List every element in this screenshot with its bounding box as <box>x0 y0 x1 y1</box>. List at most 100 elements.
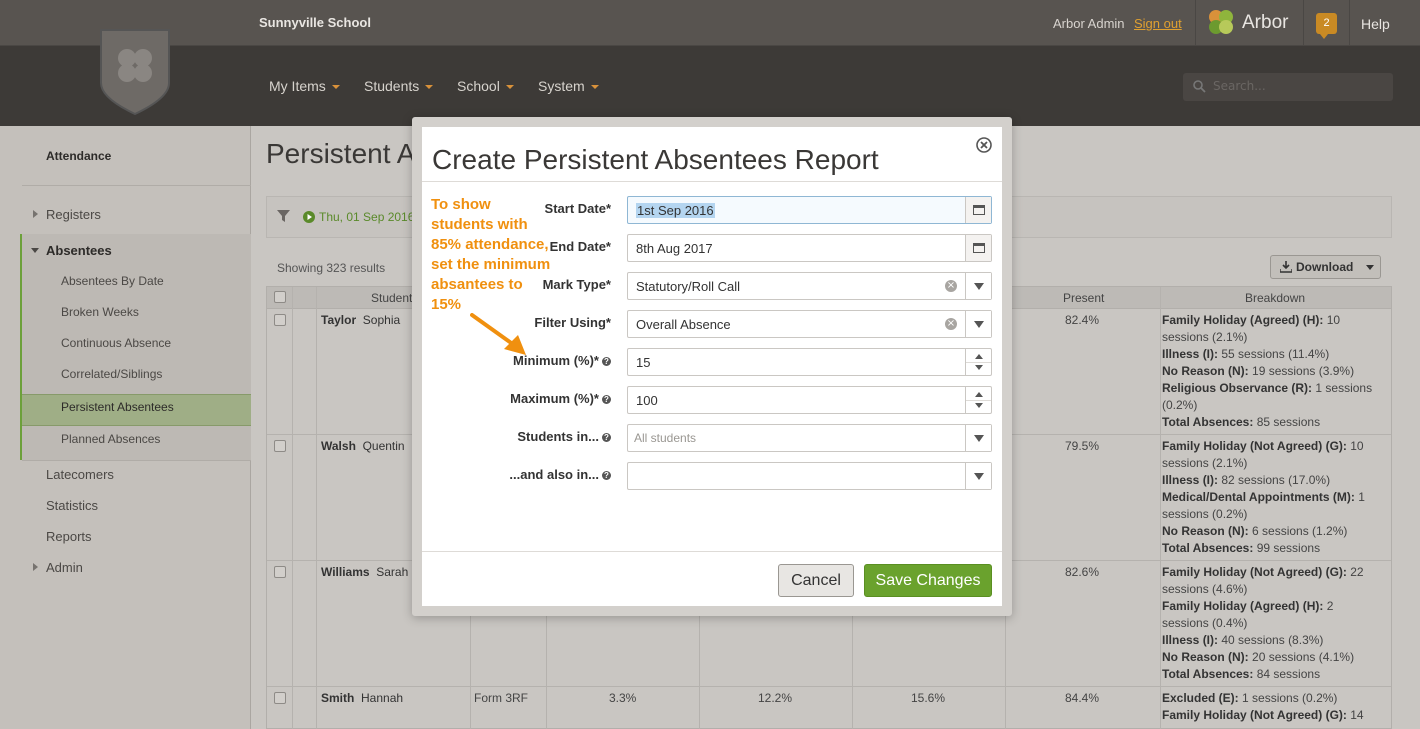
end-date-field[interactable]: 8th Aug 2017 <box>627 234 992 262</box>
maximum-stepper[interactable]: 100 <box>627 386 992 414</box>
chevron-down-icon <box>974 473 984 480</box>
help-icon[interactable]: ? <box>602 395 611 405</box>
mark-type-value: Statutory/Roll Call <box>636 279 741 294</box>
filter-icon[interactable] <box>277 210 290 223</box>
sign-out-link[interactable]: Sign out <box>1134 16 1182 31</box>
student-name[interactable]: Williams Sarah <box>321 565 408 579</box>
calendar-button[interactable] <box>965 235 991 261</box>
student-name[interactable]: Taylor Sophia <box>321 313 400 327</box>
increment-icon[interactable] <box>975 354 983 359</box>
row-checkbox[interactable] <box>274 692 286 704</box>
search-placeholder: Search... <box>1213 79 1266 93</box>
expand-icon[interactable] <box>33 210 38 218</box>
nav-system[interactable]: System <box>538 78 599 94</box>
filter-date[interactable]: Thu, 01 Sep 2016 <box>319 210 414 224</box>
student-name[interactable]: Smith Hannah <box>321 691 403 705</box>
dropdown-button[interactable] <box>965 273 991 299</box>
sidebar-item-persistent-absentees[interactable]: Persistent Absentees <box>61 400 174 414</box>
stepper-buttons[interactable] <box>965 349 991 375</box>
sidebar-item-continuous-absence[interactable]: Continuous Absence <box>61 336 171 350</box>
sidebar-item-absentees[interactable]: Absentees <box>46 243 112 258</box>
students-in-placeholder: All students <box>634 431 697 445</box>
breakdown-cell: Family Holiday (Not Agreed) (G): 10 sess… <box>1162 438 1382 557</box>
help-icon[interactable]: ? <box>602 357 611 367</box>
breakdown-label: Medical/Dental Appointments (M): <box>1162 490 1355 504</box>
breakdown-value: 14 <box>1350 708 1364 722</box>
close-icon[interactable] <box>976 137 992 153</box>
school-name[interactable]: Sunnyville School <box>259 15 371 30</box>
present-value: 79.5% <box>1065 439 1100 453</box>
arbor-logo-icon <box>1209 10 1233 34</box>
stepper-buttons[interactable] <box>965 387 991 413</box>
breakdown-value: 84 sessions <box>1256 667 1321 681</box>
sidebar-group-indicator <box>20 234 22 460</box>
nav-students[interactable]: Students <box>364 78 434 94</box>
breakdown-label: Illness (I): <box>1162 633 1219 647</box>
breakdown-label: No Reason (N): <box>1162 524 1249 538</box>
column-header-student[interactable]: Student <box>371 291 412 305</box>
breakdown-cell: Family Holiday (Not Agreed) (G): 22 sess… <box>1162 564 1382 683</box>
clear-icon[interactable]: × <box>945 318 957 330</box>
maximum-label: Maximum (%)*? <box>510 391 611 406</box>
start-date-label: Start Date* <box>544 201 611 216</box>
breakdown-value: 82 sessions (17.0%) <box>1221 473 1331 487</box>
sidebar-item-latecomers[interactable]: Latecomers <box>46 467 114 482</box>
stepper-divider <box>966 400 991 401</box>
breakdown-label: Illness (I): <box>1162 347 1219 361</box>
breakdown-cell: Excluded (E): 1 sessions (0.2%) Family H… <box>1162 690 1382 724</box>
student-last-name: Williams <box>321 565 370 579</box>
search-input[interactable]: Search... <box>1183 73 1393 101</box>
clear-icon[interactable]: × <box>945 280 957 292</box>
mark-type-select[interactable]: Statutory/Roll Call × <box>627 272 992 300</box>
decrement-icon[interactable] <box>975 403 983 408</box>
dropdown-button[interactable] <box>965 425 991 451</box>
column-header-breakdown[interactable]: Breakdown <box>1245 291 1305 305</box>
student-name[interactable]: Walsh Quentin <box>321 439 405 453</box>
start-date-field[interactable]: 1st Sep 2016 <box>627 196 992 224</box>
help-icon[interactable]: ? <box>602 433 611 443</box>
sidebar-item-broken-weeks[interactable]: Broken Weeks <box>61 305 139 319</box>
sidebar-item-absentees-by-date[interactable]: Absentees By Date <box>61 274 164 288</box>
nav-school[interactable]: School <box>457 78 514 94</box>
page-scrollbar[interactable] <box>1410 126 1420 729</box>
sidebar-title[interactable]: Attendance <box>46 149 111 163</box>
row-checkbox[interactable] <box>274 314 286 326</box>
percent-value: 12.2% <box>758 691 793 705</box>
save-changes-button[interactable]: Save Changes <box>864 564 992 597</box>
minimum-stepper[interactable]: 15 <box>627 348 992 376</box>
expand-icon[interactable] <box>33 563 38 571</box>
collapse-icon[interactable] <box>31 248 39 253</box>
dialog-divider <box>422 181 1002 182</box>
calendar-button[interactable] <box>965 197 991 223</box>
sidebar-item-correlated-siblings[interactable]: Correlated/Siblings <box>61 367 162 381</box>
filter-using-select[interactable]: Overall Absence × <box>627 310 992 338</box>
dropdown-button[interactable] <box>965 463 991 489</box>
decrement-icon[interactable] <box>975 365 983 370</box>
calendar-icon <box>973 243 985 253</box>
sidebar-item-statistics[interactable]: Statistics <box>46 498 98 513</box>
top-bar: Sunnyville School Arbor Admin Sign out A… <box>0 0 1420 46</box>
arbor-logo: Arbor <box>1204 7 1296 39</box>
download-button[interactable]: Download <box>1270 255 1381 279</box>
student-first-name: Quentin <box>362 439 405 453</box>
increment-icon[interactable] <box>975 392 983 397</box>
column-header-present[interactable]: Present <box>1063 291 1104 305</box>
sidebar-divider <box>22 185 251 186</box>
select-all-checkbox[interactable] <box>274 291 286 303</box>
row-checkbox[interactable] <box>274 440 286 452</box>
end-date-label: End Date* <box>549 239 611 254</box>
also-in-select[interactable] <box>627 462 992 490</box>
dropdown-button[interactable] <box>965 311 991 337</box>
help-icon[interactable]: ? <box>602 471 611 481</box>
row-checkbox[interactable] <box>274 566 286 578</box>
filter-using-value: Overall Absence <box>636 317 731 332</box>
sidebar-item-reports[interactable]: Reports <box>46 529 92 544</box>
notification-badge[interactable]: 2 <box>1316 13 1337 39</box>
nav-my-items[interactable]: My Items <box>269 78 340 94</box>
students-in-select[interactable]: All students <box>627 424 992 452</box>
cancel-button[interactable]: Cancel <box>778 564 854 597</box>
sidebar-item-planned-absences[interactable]: Planned Absences <box>61 432 160 446</box>
help-link[interactable]: Help <box>1361 16 1390 32</box>
sidebar-item-registers[interactable]: Registers <box>46 207 101 222</box>
sidebar-item-admin[interactable]: Admin <box>46 560 83 575</box>
